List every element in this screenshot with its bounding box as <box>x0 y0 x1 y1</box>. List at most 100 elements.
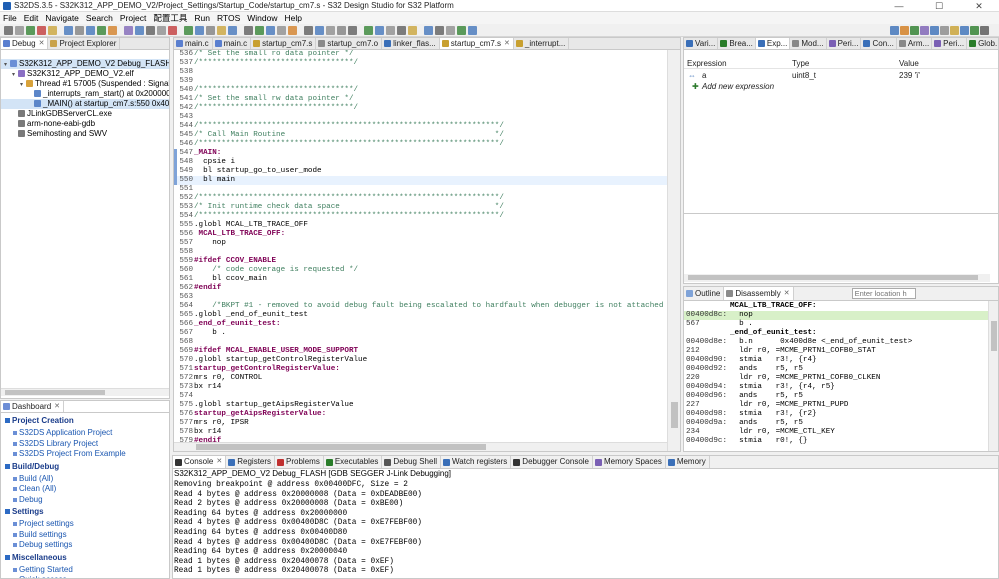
perspective-icon[interactable] <box>960 26 969 35</box>
dashboard-link[interactable]: Quick access <box>13 575 67 578</box>
toolbar-button-icon[interactable] <box>135 26 144 35</box>
dashboard-link[interactable]: Debug settings <box>13 540 72 549</box>
toolbar-button-icon[interactable] <box>375 26 384 35</box>
console-tab[interactable]: Memory <box>666 456 710 468</box>
disasm-line[interactable]: 00400d9c: stmia r0!, {} <box>684 437 988 446</box>
toolbar-button-icon[interactable] <box>64 26 73 35</box>
view-tab[interactable]: Glob... <box>967 38 998 49</box>
close-button[interactable]: ✕ <box>959 0 999 12</box>
code-line[interactable]: 542/**********************************/ <box>174 104 667 113</box>
code-line[interactable]: 567 b . <box>174 329 667 338</box>
toolbar-button-icon[interactable] <box>4 26 13 35</box>
code-line[interactable]: 571startup_getControlRegisterValue: <box>174 365 667 374</box>
toolbar-button-icon[interactable] <box>37 26 46 35</box>
view-tab[interactable]: Mod... <box>790 38 827 49</box>
view-tab[interactable]: Arm... <box>897 38 933 49</box>
scroll-thumb[interactable] <box>196 444 486 450</box>
toolbar-button-icon[interactable] <box>397 26 406 35</box>
toolbar-button-icon[interactable] <box>75 26 84 35</box>
code-line[interactable]: 569#ifdef MCAL_ENABLE_USER_MODE_SUPPORT <box>174 347 667 356</box>
menu-run[interactable]: Run <box>194 13 210 23</box>
menu-project[interactable]: Project <box>120 13 146 23</box>
code-line[interactable]: 576startup_getAipsRegisterValue: <box>174 410 667 419</box>
view-tab[interactable]: Vari... <box>684 38 719 49</box>
code-line[interactable]: 566_end_of_eunit_test: <box>174 320 667 329</box>
view-tab[interactable]: Peri... <box>932 38 968 49</box>
debug-tree-item[interactable]: ▾Thread #1 57005 (Suspended : Signal : S… <box>1 79 169 89</box>
code-line[interactable]: 578bx r14 <box>174 428 667 437</box>
toolbar-button-icon[interactable] <box>288 26 297 35</box>
code-line[interactable]: 568 <box>174 338 667 347</box>
close-icon[interactable]: ✕ <box>39 38 45 49</box>
dashboard-link[interactable]: S32DS Application Project <box>13 428 112 437</box>
code-line[interactable]: 548 cpsie i <box>174 158 667 167</box>
toolbar-button-icon[interactable] <box>26 26 35 35</box>
toolbar-button-icon[interactable] <box>217 26 226 35</box>
debug-tree-item[interactable]: ▾S32K312_APP_DEMO_V2 Debug_FLASH [GDB SE… <box>1 59 169 69</box>
code-line[interactable]: 547_MAIN: <box>174 149 667 158</box>
code-line[interactable]: 575.globl startup_getAipsRegisterValue <box>174 401 667 410</box>
toolbar-button-icon[interactable] <box>408 26 417 35</box>
code-line[interactable]: 552/************************************… <box>174 194 667 203</box>
maximize-button[interactable]: ☐ <box>919 0 959 12</box>
scroll-thumb[interactable] <box>991 321 997 351</box>
toolbar-button-icon[interactable] <box>184 26 193 35</box>
disasm-line[interactable]: 00400d94: stmia r3!, {r4, r5} <box>684 383 988 392</box>
expression-row[interactable]: ⇔ a uint8_t 239 'ï' <box>684 70 998 81</box>
dashboard-link[interactable]: Clean (All) <box>13 484 56 493</box>
toolbar-button-icon[interactable] <box>435 26 444 35</box>
code-line[interactable]: 536/* Set the small ro data pointer */ <box>174 50 667 59</box>
close-icon[interactable]: ✕ <box>54 401 60 412</box>
toolbar-button-icon[interactable] <box>97 26 106 35</box>
code-line[interactable]: 565.globl _end_of_eunit_test <box>174 311 667 320</box>
menu-search[interactable]: Search <box>86 13 113 23</box>
disasm-line[interactable]: 00400d92: ands r5, r5 <box>684 365 988 374</box>
disasm-line[interactable]: 00400d8c: nop <box>684 311 988 320</box>
perspective-icon[interactable] <box>890 26 899 35</box>
editor-tab[interactable]: startup_cm7.s <box>251 38 317 49</box>
code-line[interactable]: 562#endif <box>174 284 667 293</box>
code-line[interactable]: 570.globl startup_getControlRegisterValu… <box>174 356 667 365</box>
code-line[interactable]: 553/* Init runtime check data space */ <box>174 203 667 212</box>
toolbar-button-icon[interactable] <box>195 26 204 35</box>
console-tab[interactable]: Registers <box>226 456 276 468</box>
perspective-icon[interactable] <box>970 26 979 35</box>
code-line[interactable]: 556 MCAL_LTB_TRACE_OFF: <box>174 230 667 239</box>
dashboard-link[interactable]: Build (All) <box>13 474 53 483</box>
menu-rtos[interactable]: RTOS <box>217 13 240 23</box>
perspective-icon[interactable] <box>950 26 959 35</box>
disasm-line[interactable]: 212 ldr r0, =MCME_PRTN1_COFB0_STAT <box>684 347 988 356</box>
code-line[interactable]: 559#ifdef CCOV_ENABLE <box>174 257 667 266</box>
perspective-icon[interactable] <box>920 26 929 35</box>
perspective-icon[interactable] <box>910 26 919 35</box>
add-expression-row[interactable]: ✚ Add new expression <box>684 81 998 92</box>
code-line[interactable]: 549 bl startup_go_to_user_mode <box>174 167 667 176</box>
code-line[interactable]: 564 /*BKPT #1 - removed to avoid debug f… <box>174 302 667 311</box>
code-line[interactable]: 573bx r14 <box>174 383 667 392</box>
minimize-button[interactable]: — <box>879 0 919 12</box>
debug-tree-item[interactable]: Semihosting and SWV <box>1 129 169 139</box>
perspective-icon[interactable] <box>900 26 909 35</box>
dashboard-link[interactable]: Debug <box>13 495 43 504</box>
dashboard-link[interactable]: Getting Started <box>13 565 73 574</box>
scroll-thumb[interactable] <box>5 390 105 395</box>
code-line[interactable]: 561 bl ccov_main <box>174 275 667 284</box>
toolbar-button-icon[interactable] <box>48 26 57 35</box>
close-icon[interactable]: ✕ <box>216 456 222 468</box>
menu-window[interactable]: Window <box>247 13 277 23</box>
toolbar-button-icon[interactable] <box>326 26 335 35</box>
code-line[interactable]: 544/************************************… <box>174 122 667 131</box>
toolbar-button-icon[interactable] <box>157 26 166 35</box>
console-tab[interactable]: Problems <box>275 456 324 468</box>
debug-tree-item[interactable]: _interrupts_ram_start() at 0x20000000 <box>1 89 169 99</box>
dashboard-link[interactable]: S32DS Library Project <box>13 439 98 448</box>
column-value[interactable]: Value <box>899 59 919 68</box>
disasm-line[interactable]: _end_of_eunit_test: <box>684 329 988 338</box>
disasm-line[interactable]: 00400d8e: b.n 0x400d8e <_end_of_eunit_te… <box>684 338 988 347</box>
scroll-thumb[interactable] <box>671 402 678 428</box>
column-type[interactable]: Type <box>792 59 809 68</box>
toolbar-button-icon[interactable] <box>255 26 264 35</box>
code-view[interactable]: 536/* Set the small ro data pointer */53… <box>174 50 667 442</box>
editor-tab[interactable]: startup_cm7.o <box>316 38 383 49</box>
code-line[interactable]: 545/* Call Main Routine */ <box>174 131 667 140</box>
